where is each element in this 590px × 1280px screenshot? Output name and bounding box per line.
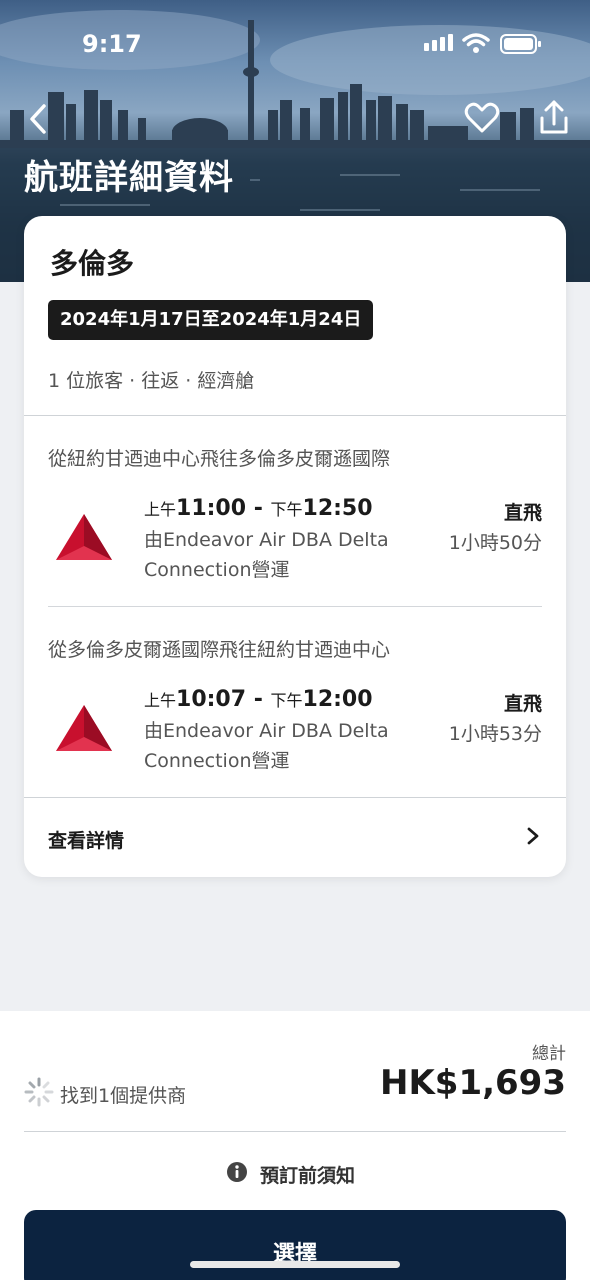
- battery-icon: [500, 34, 541, 54]
- date-range-badge: 2024年1月17日至2024年1月24日: [48, 300, 374, 340]
- total-label: 總計: [532, 1044, 566, 1064]
- cellular-signal-icon: [424, 34, 453, 51]
- divider: [24, 1131, 566, 1132]
- view-details-label: 查看詳情: [48, 830, 125, 852]
- wifi-icon: [462, 33, 490, 53]
- flight-stops: 直飛: [503, 502, 542, 524]
- share-icon[interactable]: [536, 98, 572, 138]
- flight-times: 上午10:07 - 下午12:00: [144, 687, 373, 712]
- heart-icon[interactable]: [464, 100, 500, 136]
- flight-details-card: 多倫多 2024年1月17日至2024年1月24日 1 位旅客 · 往返 · 經…: [24, 216, 566, 877]
- flight-stops: 直飛: [503, 693, 542, 715]
- flight-route: 從紐約甘迺迪中心飛往多倫多皮爾遜國際: [48, 448, 391, 470]
- select-button[interactable]: 選擇: [24, 1210, 566, 1280]
- flight-duration: 1小時50分: [448, 532, 542, 554]
- flight-operator: 由Endeavor Air DBA Delta Connection營運: [144, 720, 389, 772]
- flight-duration: 1小時53分: [448, 723, 542, 745]
- page-title: 航班詳細資料: [24, 158, 234, 198]
- flight-times: 上午11:00 - 下午12:50: [144, 496, 373, 521]
- status-bar: 9:17: [0, 0, 590, 90]
- status-time: 9:17: [82, 30, 142, 58]
- flight-operator: 由Endeavor Air DBA Delta Connection營運: [144, 529, 389, 581]
- booking-notice-link[interactable]: 預訂前須知: [260, 1161, 355, 1188]
- home-indicator: [190, 1261, 400, 1268]
- back-icon[interactable]: [22, 100, 56, 138]
- spinner-icon: [24, 1077, 54, 1107]
- destination-title: 多倫多: [50, 247, 135, 280]
- flight-route: 從多倫多皮爾遜國際飛往紐約甘迺迪中心: [48, 639, 391, 661]
- view-details-row[interactable]: 查看詳情: [24, 798, 566, 877]
- info-icon[interactable]: [226, 1161, 248, 1183]
- providers-found: 找到1個提供商: [60, 1085, 187, 1107]
- trip-meta: 1 位旅客 · 往返 · 經濟艙: [48, 370, 255, 392]
- delta-logo: [56, 514, 112, 560]
- booking-panel: 總計 HK$1,693 找到1個提供商 預訂前須知 選擇: [0, 1011, 590, 1280]
- chevron-right-icon: [527, 827, 539, 845]
- divider: [48, 606, 542, 607]
- delta-logo: [56, 705, 112, 751]
- total-price: HK$1,693: [379, 1063, 566, 1103]
- divider: [24, 415, 566, 416]
